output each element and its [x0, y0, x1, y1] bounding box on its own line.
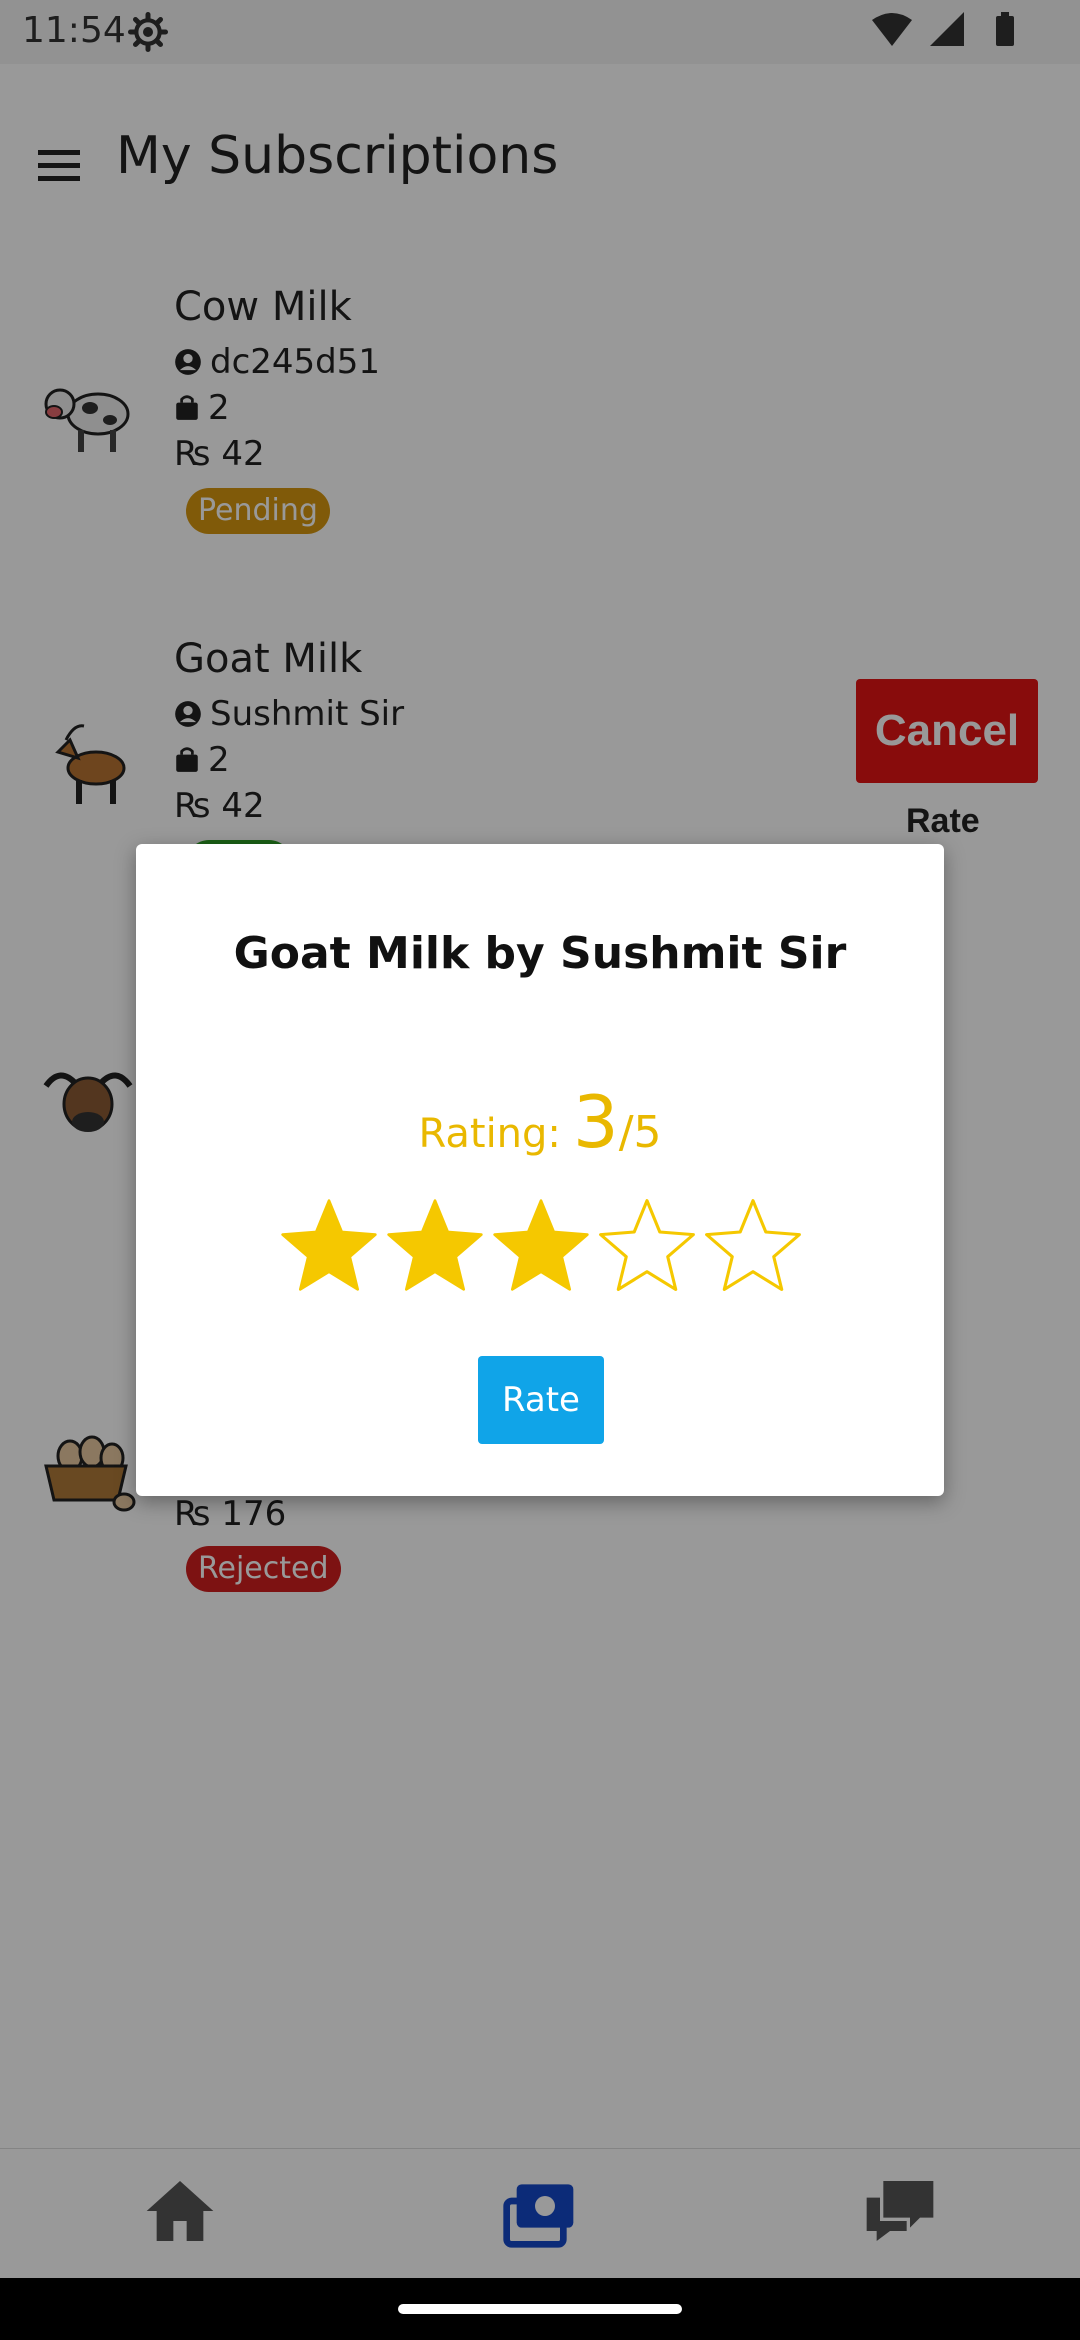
- rate-button[interactable]: Rate: [478, 1356, 604, 1444]
- home-gesture-pill[interactable]: [398, 2304, 682, 2314]
- star-icon[interactable]: [382, 1194, 488, 1300]
- star-rating: [276, 1194, 806, 1304]
- dialog-title: Goat Milk by Sushmit Sir: [233, 928, 847, 979]
- star-icon[interactable]: [488, 1194, 594, 1300]
- star-icon[interactable]: [700, 1194, 806, 1300]
- rating-label: Rating:: [418, 1111, 561, 1157]
- rating-readout: Rating: 3/5: [136, 1080, 944, 1164]
- star-icon[interactable]: [276, 1194, 382, 1300]
- rating-dialog: Goat Milk by Sushmit Sir Rating: 3/5 Rate: [136, 844, 944, 1496]
- rating-max: /5: [618, 1107, 662, 1158]
- star-icon[interactable]: [594, 1194, 700, 1300]
- rating-value: 3: [572, 1080, 619, 1164]
